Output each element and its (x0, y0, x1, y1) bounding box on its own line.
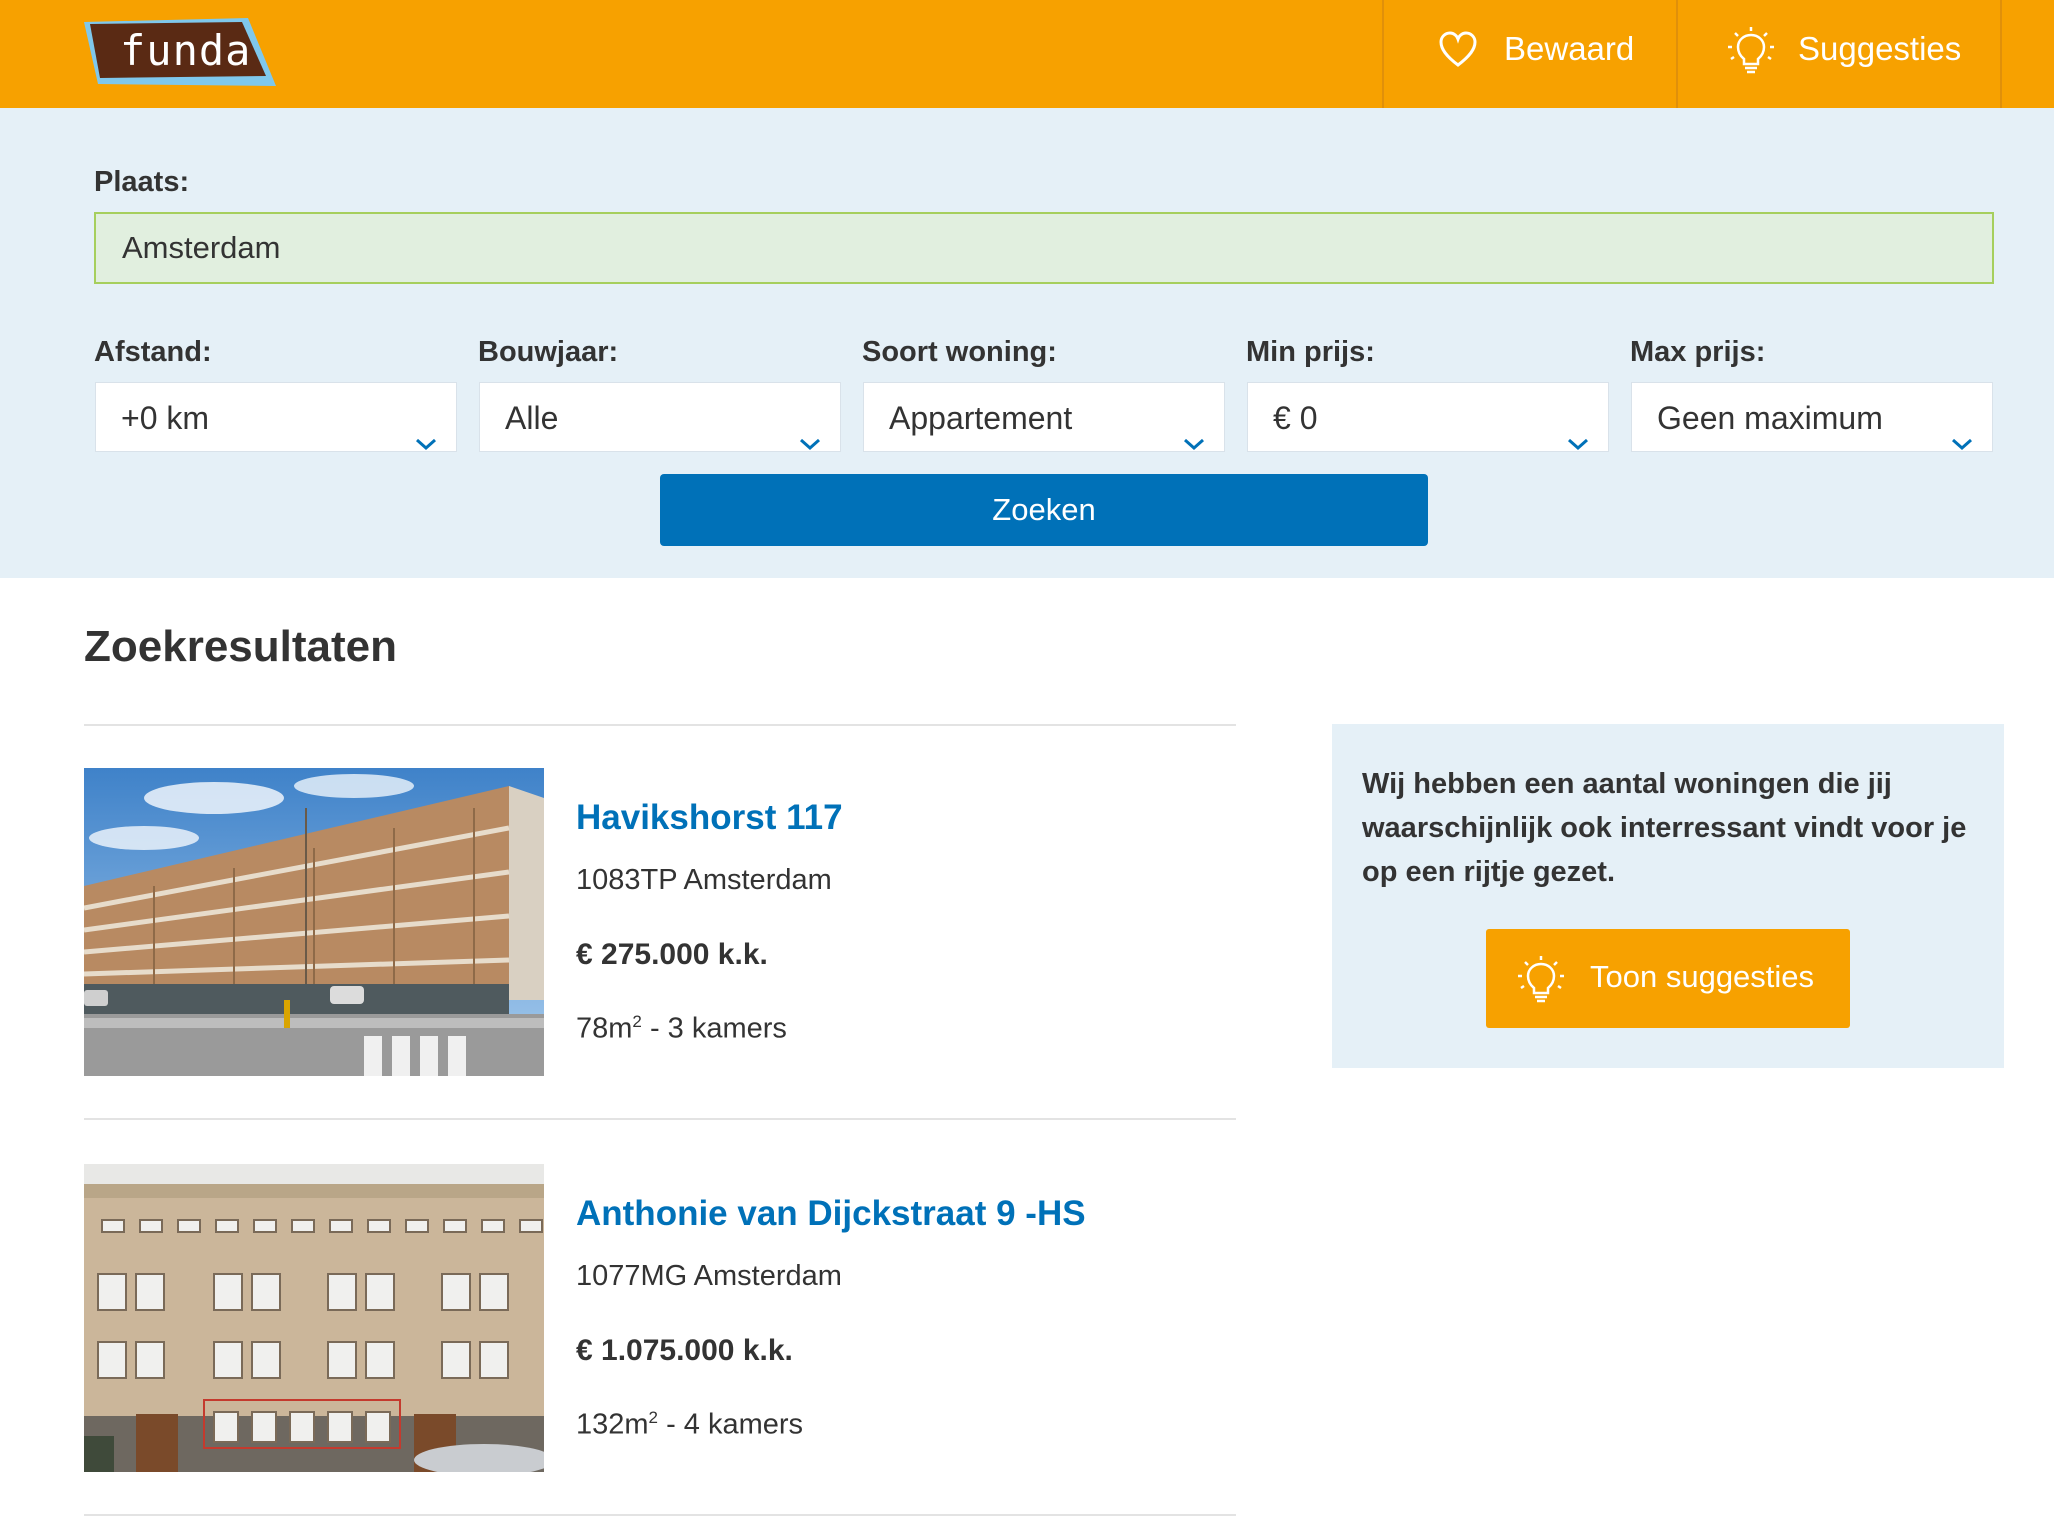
area-superscript: 2 (648, 1408, 659, 1427)
soort-woning-value: Appartement (889, 400, 1073, 436)
bouwjaar-value: Alle (505, 400, 559, 436)
nav-suggesties[interactable]: Suggesties (1676, 0, 2002, 108)
show-suggestions-label: Toon suggesties (1590, 959, 1815, 994)
listing-photo[interactable] (84, 1164, 544, 1472)
listing-price: € 1.075.000 k.k. (576, 1334, 793, 1367)
listing-area: 132m (576, 1408, 649, 1441)
results-heading: Zoekresultaten (84, 622, 397, 671)
min-prijs-label: Min prijs: (1246, 336, 1375, 368)
soort-woning-select[interactable]: Appartement (863, 382, 1225, 452)
soort-woning-label: Soort woning: (862, 336, 1057, 368)
listing-area: 78m (576, 1012, 633, 1045)
min-prijs-select[interactable]: € 0 (1247, 382, 1609, 452)
apartment-building-image (84, 768, 544, 1076)
logo-text: funda (120, 26, 252, 75)
funda-logo[interactable]: funda (84, 18, 276, 88)
min-prijs-value: € 0 (1273, 400, 1318, 436)
afstand-value: +0 km (121, 400, 210, 436)
afstand-label: Afstand: (94, 336, 212, 368)
suggestion-box: Wij hebben een aantal woningen die jij w… (1332, 724, 2004, 1068)
chevron-down-icon (1182, 407, 1206, 477)
divider (84, 1118, 1236, 1120)
nav-suggesties-label: Suggesties (1798, 30, 1962, 67)
listing-photo[interactable] (84, 768, 544, 1076)
lightbulb-icon (1726, 26, 1776, 81)
chevron-down-icon (414, 407, 438, 477)
place-label: Plaats: (94, 166, 190, 198)
heart-icon (1438, 30, 1478, 75)
townhouse-building-image (84, 1164, 544, 1472)
nav-bewaard[interactable]: Bewaard (1382, 0, 1676, 108)
listing-price: € 275.000 k.k. (576, 938, 768, 971)
listing-title[interactable]: Havikshorst 117 (576, 798, 843, 838)
search-button[interactable]: Zoeken (660, 474, 1428, 546)
area-superscript: 2 (632, 1012, 642, 1031)
listing-address: 1083TP Amsterdam (576, 864, 832, 896)
nav-bewaard-label: Bewaard (1504, 30, 1635, 67)
top-navigation-bar: funda Bewaard Suggesties (0, 0, 2054, 108)
max-prijs-value: Geen maximum (1657, 400, 1883, 436)
max-prijs-label: Max prijs: (1630, 336, 1766, 368)
divider (84, 1514, 1236, 1516)
listing-address: 1077MG Amsterdam (576, 1260, 842, 1292)
listing-details: 78m2 - 3 kamers (576, 1012, 787, 1046)
listing-rooms: - 4 kamers (658, 1408, 804, 1441)
lightbulb-icon (1516, 955, 1566, 1010)
afstand-select[interactable]: +0 km (95, 382, 457, 452)
bouwjaar-label: Bouwjaar: (478, 336, 619, 368)
divider (84, 724, 1236, 726)
listing-details: 132m2 - 4 kamers (576, 1408, 803, 1442)
show-suggestions-button[interactable]: Toon suggesties (1486, 929, 1850, 1028)
bouwjaar-select[interactable]: Alle (479, 382, 841, 452)
chevron-down-icon (798, 407, 822, 477)
listing-rooms: - 3 kamers (641, 1012, 787, 1045)
max-prijs-select[interactable]: Geen maximum (1631, 382, 1993, 452)
suggestion-text: Wij hebben een aantal woningen die jij w… (1362, 768, 1967, 888)
listing-title[interactable]: Anthonie van Dijckstraat 9 -HS (576, 1194, 1086, 1234)
chevron-down-icon (1566, 407, 1590, 477)
place-input[interactable]: Amsterdam (94, 212, 1994, 284)
chevron-down-icon (1950, 407, 1974, 477)
